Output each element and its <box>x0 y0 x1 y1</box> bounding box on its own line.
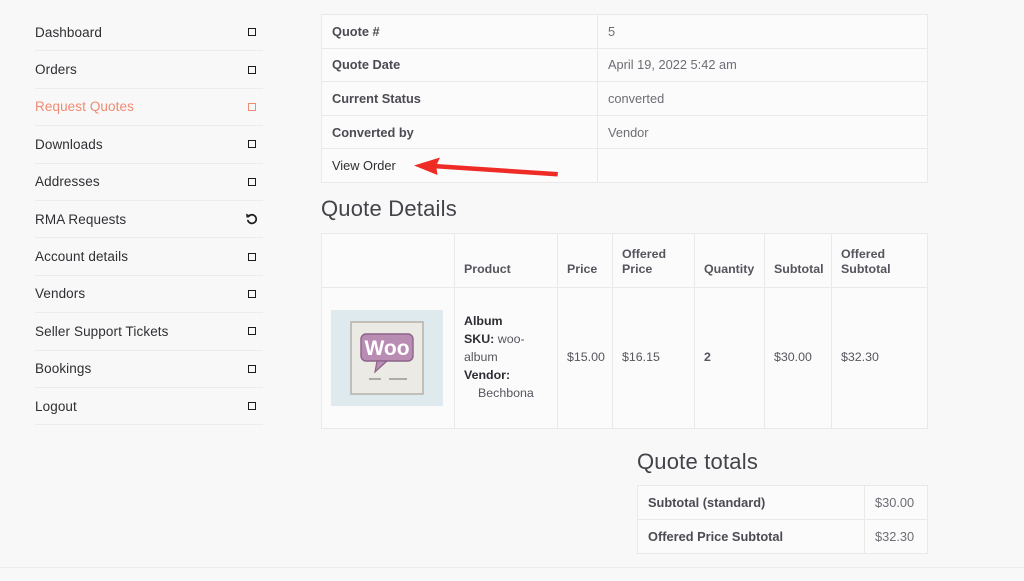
vendor-value: Bechbona <box>478 385 534 400</box>
square-icon <box>245 137 259 151</box>
square-icon <box>245 324 259 338</box>
product-offered-price: $16.15 <box>612 286 695 429</box>
product-name: Album <box>464 314 503 328</box>
product-quantity: 2 <box>694 286 765 429</box>
product-cell: Album SKU: woo-album Vendor: Bechbona <box>454 286 558 429</box>
sidebar-item-label: Account details <box>35 249 129 265</box>
svg-text:Woo: Woo <box>364 337 409 360</box>
table-row: Woo Album SKU: woo-album Vendor: Bechbona $15… <box>321 286 928 429</box>
woo-album-cover-icon: Woo <box>350 321 424 395</box>
sidebar-item-account-details[interactable]: Account details <box>35 238 263 276</box>
sidebar-item-seller-support-tickets[interactable]: Seller Support Tickets <box>35 313 263 351</box>
sidebar-item-label: Bookings <box>35 361 92 377</box>
view-order-row: View Order <box>321 148 928 183</box>
account-sidebar-nav: Dashboard Orders Request Quotes Downloads Ad… <box>35 14 263 426</box>
product-thumbnail-cell: Woo <box>321 286 455 429</box>
totals-value: $30.00 <box>864 485 928 520</box>
sidebar-item-label: Orders <box>35 62 77 78</box>
square-icon <box>245 399 259 413</box>
quote-details-table: Product Price Offered Price Quantity Subtota… <box>321 232 928 429</box>
quote-totals-table: Subtotal (standard) $30.00 Offered Price S… <box>637 485 928 554</box>
totals-row: Subtotal (standard) $30.00 <box>637 485 928 520</box>
quote-info-value: 5 <box>597 14 928 49</box>
quote-details-title: Quote Details <box>321 195 457 221</box>
quote-info-label: Quote Date <box>321 47 598 83</box>
main-content: Quote #5 Quote Date April 19, 2022 5:42 am… <box>321 14 928 429</box>
sidebar-item-request-quotes[interactable]: Request Quotes <box>35 89 263 127</box>
undo-arrow-icon <box>245 212 259 226</box>
sidebar-item-addresses[interactable]: Addresses <box>35 164 263 201</box>
sidebar-item-rma-requests[interactable]: RMA Requests <box>35 201 263 239</box>
quote-info-row: Quote Date April 19, 2022 5:42 am <box>321 47 928 83</box>
page-root: Dashboard Orders Request Quotes Downloads Ad… <box>0 0 1024 581</box>
sidebar-item-label: Addresses <box>35 174 100 190</box>
view-order-link[interactable]: View Order <box>332 158 396 173</box>
square-icon <box>245 63 259 77</box>
vendor-label: Vendor: <box>464 367 511 382</box>
quote-info-row: Converted by Vendor <box>321 114 928 150</box>
quote-info-row: Quote #5 <box>321 14 928 49</box>
column-header: Offered Subtotal <box>831 232 928 288</box>
quote-totals-title: Quote totals <box>637 449 759 474</box>
product-price: $15.00 <box>557 286 613 429</box>
sidebar-item-dashboard[interactable]: Dashboard <box>35 14 263 52</box>
totals-row: Offered Price Subtotal $32.30 <box>637 519 928 554</box>
view-order-cell: View Order <box>321 148 598 183</box>
sidebar-item-label: Dashboard <box>35 24 102 40</box>
quote-info-label: Converted by <box>321 114 598 150</box>
column-header: Subtotal <box>764 232 832 288</box>
quote-info-label: Current Status <box>321 81 598 116</box>
square-icon <box>245 250 259 264</box>
quote-info-table: Quote #5 Quote Date April 19, 2022 5:42 am… <box>321 14 928 183</box>
quote-info-label: Quote # <box>321 14 598 49</box>
totals-label: Offered Price Subtotal <box>637 519 865 554</box>
square-icon <box>245 287 259 301</box>
totals-label: Subtotal (standard) <box>637 485 865 520</box>
table-header-row: Product Price Offered Price Quantity Subtota… <box>321 232 928 288</box>
sidebar-item-logout[interactable]: Logout <box>35 388 263 426</box>
quote-info-value: Vendor <box>597 114 928 150</box>
quote-info-value: converted <box>597 81 928 116</box>
totals-value: $32.30 <box>864 519 928 554</box>
quote-info-row: Current Status converted <box>321 81 928 116</box>
footer-divider <box>0 567 1024 568</box>
sidebar-item-bookings[interactable]: Bookings <box>35 351 263 388</box>
column-header: Product <box>454 232 558 288</box>
sku-label: SKU: <box>464 331 495 346</box>
sidebar-item-vendors[interactable]: Vendors <box>35 276 263 314</box>
quote-info-value: April 19, 2022 5:42 am <box>597 47 928 83</box>
product-sku: SKU: woo-album <box>464 331 548 367</box>
square-icon <box>245 100 259 114</box>
square-icon <box>245 362 259 376</box>
sidebar-item-orders[interactable]: Orders <box>35 51 263 89</box>
column-header <box>321 232 455 288</box>
product-thumbnail[interactable]: Woo <box>331 309 443 406</box>
square-icon <box>245 175 259 189</box>
product-vendor: Vendor: Bechbona <box>464 367 548 403</box>
column-header: Price <box>557 232 613 288</box>
sidebar-item-label: RMA Requests <box>35 211 127 227</box>
sidebar-item-label: Vendors <box>35 286 86 302</box>
sidebar-item-label: Logout <box>35 398 77 414</box>
column-header: Offered Price <box>612 232 695 288</box>
column-header: Quantity <box>694 232 765 288</box>
square-icon <box>245 25 259 39</box>
sidebar-item-label: Downloads <box>35 136 103 152</box>
product-offered-subtotal: $32.30 <box>831 286 928 429</box>
sidebar-item-label: Request Quotes <box>35 99 134 115</box>
sidebar-item-label: Seller Support Tickets <box>35 323 169 339</box>
product-subtotal: $30.00 <box>764 286 832 429</box>
view-order-empty-cell <box>597 148 928 183</box>
sidebar-item-downloads[interactable]: Downloads <box>35 126 263 164</box>
quote-totals-section: Quote totals Subtotal (standard) $30.00 Of… <box>637 449 928 554</box>
